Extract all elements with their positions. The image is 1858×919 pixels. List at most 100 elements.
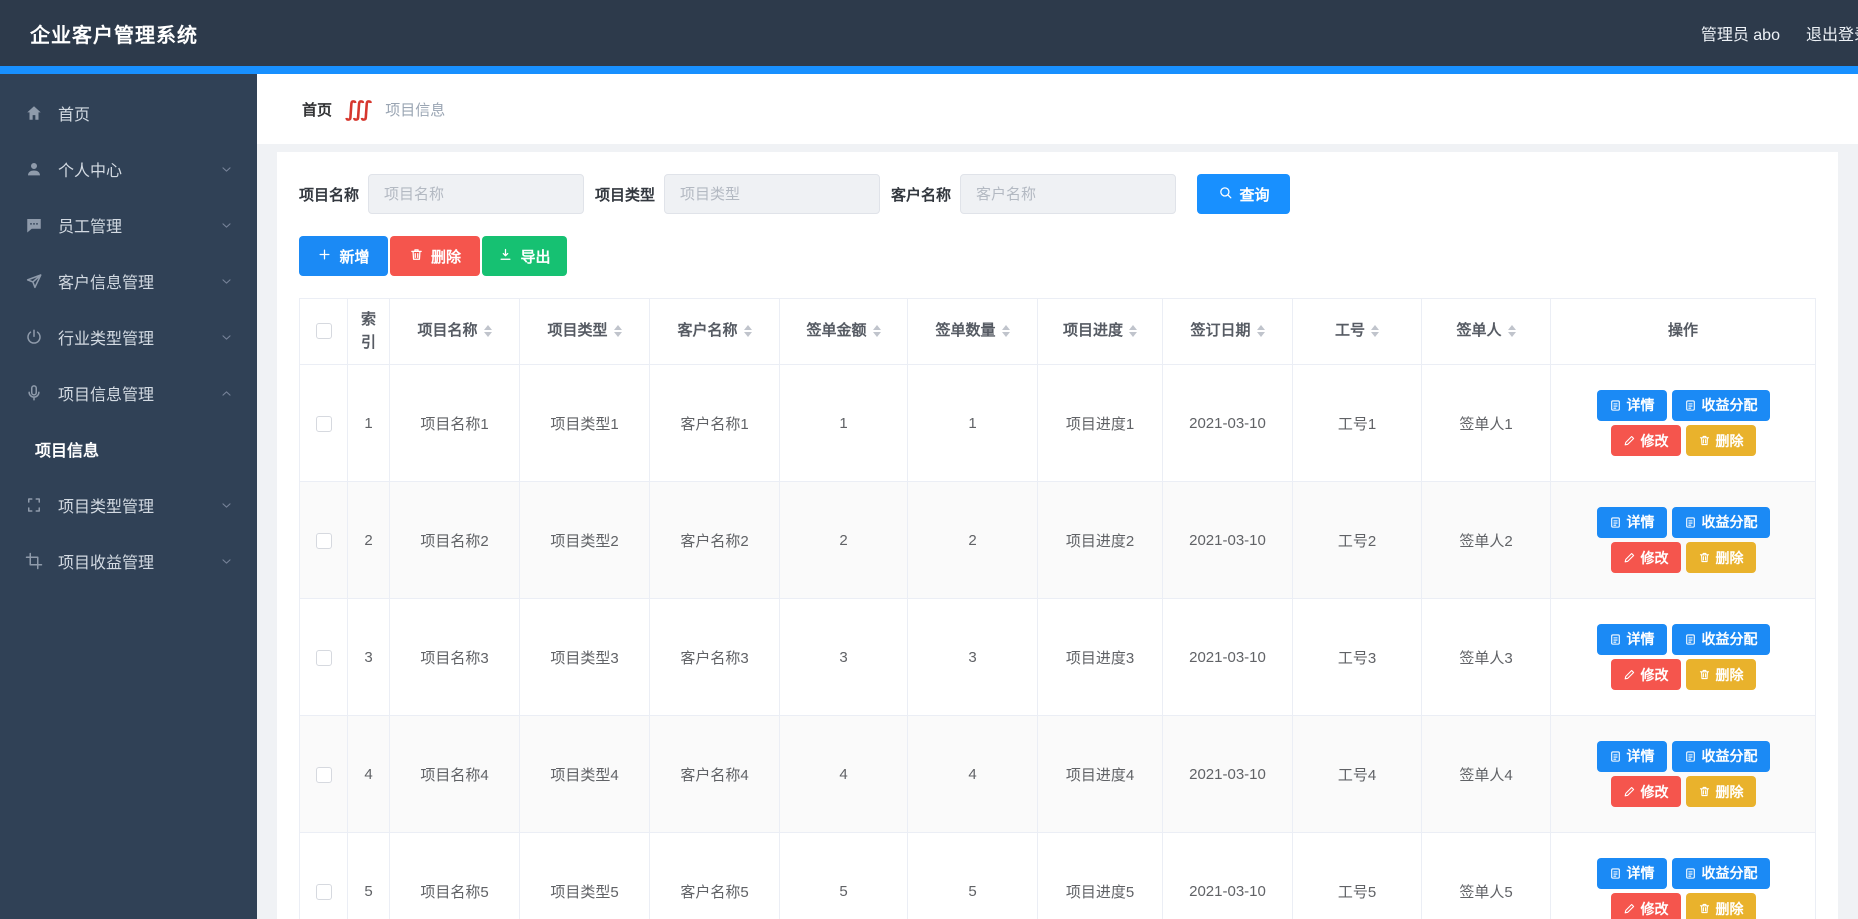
- edit-button[interactable]: 修改: [1611, 659, 1681, 690]
- row-delete-button[interactable]: 删除: [1686, 542, 1756, 573]
- content-card: 项目名称项目类型客户名称 查询 新增 删除 导出: [277, 152, 1838, 919]
- sidebar-item-employee-mgmt[interactable]: 员工管理: [0, 197, 257, 253]
- column-header-sign-amount[interactable]: 签单金额: [780, 299, 908, 365]
- cell-sign-date: 2021-03-10: [1163, 716, 1293, 833]
- search-button[interactable]: 查询: [1197, 174, 1290, 214]
- row-checkbox[interactable]: [316, 533, 332, 549]
- cell-worker-id: 工号1: [1293, 365, 1422, 482]
- cell-sign-date: 2021-03-10: [1163, 482, 1293, 599]
- cell-index: 3: [348, 599, 390, 716]
- income-share-button[interactable]: 收益分配: [1672, 741, 1770, 772]
- doc-icon: [1609, 399, 1622, 412]
- sort-icon[interactable]: [1371, 325, 1379, 337]
- sidebar-item-label: 首页: [58, 101, 90, 125]
- detail-button[interactable]: 详情: [1597, 507, 1667, 538]
- sidebar-item-project-income-mgmt[interactable]: 项目收益管理: [0, 533, 257, 589]
- row-delete-button[interactable]: 删除: [1686, 893, 1756, 919]
- sidebar-item-project-info[interactable]: 项目信息: [0, 421, 257, 477]
- table-header-row: 索引项目名称项目类型客户名称签单金额签单数量项目进度签订日期工号签单人操作: [300, 299, 1816, 365]
- edit-button[interactable]: 修改: [1611, 893, 1681, 919]
- download-icon: [498, 247, 513, 266]
- cell-project-name: 项目名称4: [390, 716, 520, 833]
- sort-icon[interactable]: [744, 325, 752, 337]
- edit-button[interactable]: 修改: [1611, 776, 1681, 807]
- detail-button[interactable]: 详情: [1597, 390, 1667, 421]
- sort-icon[interactable]: [614, 325, 622, 337]
- power-icon: [25, 328, 45, 346]
- main-content: 首页 ∭ 项目信息 项目名称项目类型客户名称 查询 新增 删除: [257, 74, 1858, 919]
- income-share-button[interactable]: 收益分配: [1672, 390, 1770, 421]
- table-row: 2项目名称2项目类型2客户名称222项目进度22021-03-10工号2签单人2…: [300, 482, 1816, 599]
- edit-button[interactable]: 修改: [1611, 425, 1681, 456]
- column-header-project-name[interactable]: 项目名称: [390, 299, 520, 365]
- project-type-input[interactable]: [664, 174, 880, 214]
- doc-icon: [1609, 633, 1622, 646]
- cell-project-type: 项目类型3: [520, 599, 650, 716]
- column-header-sign-quantity[interactable]: 签单数量: [908, 299, 1038, 365]
- cell-sign-amount: 5: [780, 833, 908, 919]
- table-row: 5项目名称5项目类型5客户名称555项目进度52021-03-10工号5签单人5…: [300, 833, 1816, 919]
- sidebar-item-industry-type-mgmt[interactable]: 行业类型管理: [0, 309, 257, 365]
- sort-icon[interactable]: [484, 325, 492, 337]
- row-checkbox[interactable]: [316, 884, 332, 900]
- column-header-worker-id[interactable]: 工号: [1293, 299, 1422, 365]
- trash-icon: [1698, 668, 1711, 681]
- logout-link[interactable]: 退出登录: [1806, 21, 1858, 45]
- row-checkbox[interactable]: [316, 650, 332, 666]
- chevron-up-icon: [220, 387, 233, 400]
- column-header-signer[interactable]: 签单人: [1422, 299, 1551, 365]
- sort-icon[interactable]: [1129, 325, 1137, 337]
- sort-icon[interactable]: [1257, 325, 1265, 337]
- cell-worker-id: 工号4: [1293, 716, 1422, 833]
- cell-index: 4: [348, 716, 390, 833]
- cell-project-name: 项目名称3: [390, 599, 520, 716]
- income-share-button[interactable]: 收益分配: [1672, 624, 1770, 655]
- cell-sign-quantity: 1: [908, 365, 1038, 482]
- table-row: 4项目名称4项目类型4客户名称444项目进度42021-03-10工号4签单人4…: [300, 716, 1816, 833]
- sidebar-item-project-info-mgmt[interactable]: 项目信息管理: [0, 365, 257, 421]
- chevron-down-icon: [220, 555, 233, 568]
- sidebar-item-label: 行业类型管理: [58, 325, 154, 349]
- trash-icon: [409, 247, 424, 266]
- export-button[interactable]: 导出: [482, 236, 567, 276]
- project-name-input[interactable]: [368, 174, 584, 214]
- delete-button[interactable]: 删除: [390, 236, 480, 276]
- column-header-project-type[interactable]: 项目类型: [520, 299, 650, 365]
- row-delete-button[interactable]: 删除: [1686, 425, 1756, 456]
- income-share-button[interactable]: 收益分配: [1672, 858, 1770, 889]
- cell-sign-amount: 3: [780, 599, 908, 716]
- breadcrumb-home[interactable]: 首页: [302, 99, 332, 120]
- user-icon: [25, 160, 45, 178]
- sidebar-item-home[interactable]: 首页: [0, 85, 257, 141]
- column-header-sign-date[interactable]: 签订日期: [1163, 299, 1293, 365]
- row-delete-button[interactable]: 删除: [1686, 776, 1756, 807]
- cell-worker-id: 工号2: [1293, 482, 1422, 599]
- trash-icon: [1698, 434, 1711, 447]
- column-header-customer-name[interactable]: 客户名称: [650, 299, 780, 365]
- doc-icon: [1609, 516, 1622, 529]
- row-delete-button[interactable]: 删除: [1686, 659, 1756, 690]
- customer-name-input[interactable]: [960, 174, 1176, 214]
- row-checkbox[interactable]: [316, 416, 332, 432]
- mic-icon: [25, 384, 45, 402]
- select-all-checkbox[interactable]: [316, 323, 332, 339]
- current-user[interactable]: 管理员 abo: [1701, 21, 1780, 45]
- sidebar-item-profile-center[interactable]: 个人中心: [0, 141, 257, 197]
- send-icon: [25, 272, 45, 290]
- data-table: 索引项目名称项目类型客户名称签单金额签单数量项目进度签订日期工号签单人操作 1项…: [299, 298, 1816, 919]
- sidebar-item-project-type-mgmt[interactable]: 项目类型管理: [0, 477, 257, 533]
- sidebar-menu: 首页个人中心员工管理客户信息管理行业类型管理项目信息管理项目信息项目类型管理项目…: [0, 85, 257, 589]
- add-button[interactable]: 新增: [299, 236, 388, 276]
- sort-icon[interactable]: [1508, 325, 1516, 337]
- detail-button[interactable]: 详情: [1597, 858, 1667, 889]
- column-header-project-progress[interactable]: 项目进度: [1038, 299, 1163, 365]
- doc-icon: [1684, 867, 1697, 880]
- sort-icon[interactable]: [873, 325, 881, 337]
- detail-button[interactable]: 详情: [1597, 624, 1667, 655]
- sort-icon[interactable]: [1002, 325, 1010, 337]
- row-checkbox[interactable]: [316, 767, 332, 783]
- income-share-button[interactable]: 收益分配: [1672, 507, 1770, 538]
- detail-button[interactable]: 详情: [1597, 741, 1667, 772]
- sidebar-item-customer-info-mgmt[interactable]: 客户信息管理: [0, 253, 257, 309]
- edit-button[interactable]: 修改: [1611, 542, 1681, 573]
